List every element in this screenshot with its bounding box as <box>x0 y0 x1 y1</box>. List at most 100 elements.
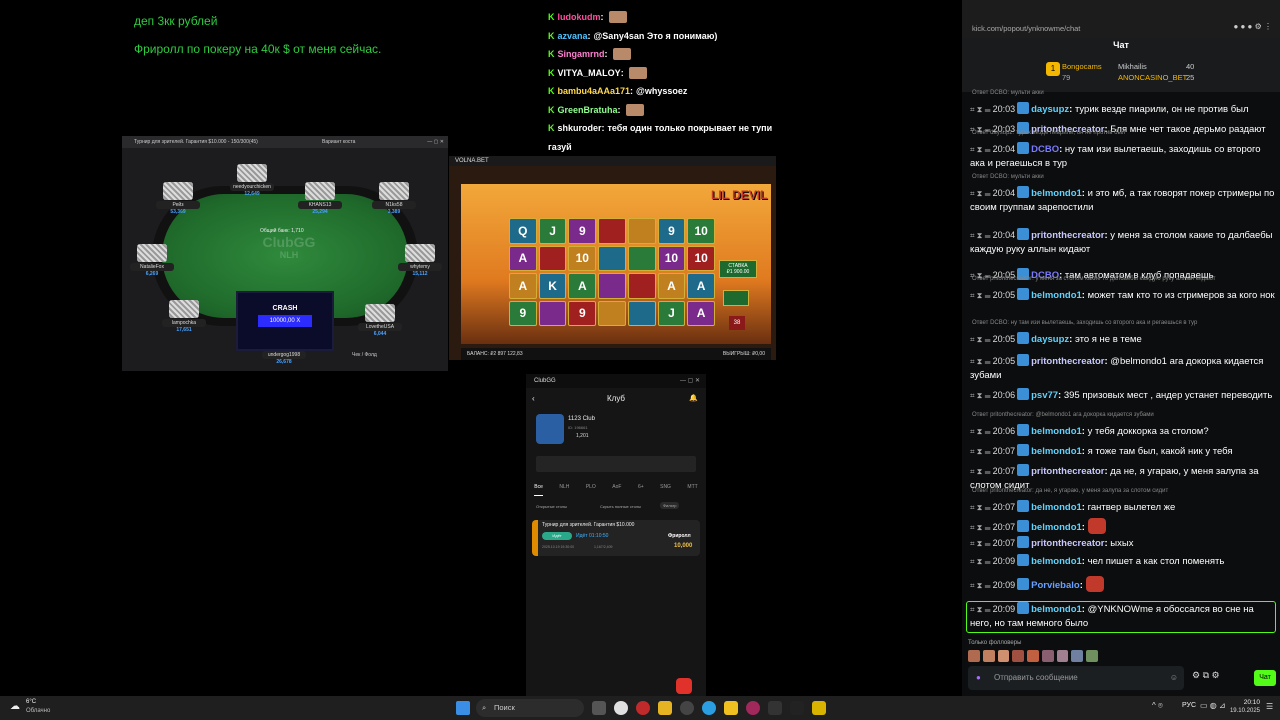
chat-message[interactable]: ⌗ ⧗ ☰ 20:05 belmondo1: может там кто то из… <box>970 288 1276 303</box>
message-username[interactable]: daysupz <box>1031 104 1069 115</box>
open-tables-checkbox[interactable]: Открытые столы <box>536 504 567 509</box>
chat-message[interactable]: ⌗ ⧗ ☰ 20:07 belmondo1: <box>970 518 1276 535</box>
task-view-icon[interactable] <box>592 701 606 715</box>
chat-message[interactable]: ⌗ ⧗ ☰ 20:03 daysupz: турик везде пиарили, … <box>970 102 1276 117</box>
pin-icon[interactable]: ⌗ ⧗ ☰ <box>970 391 991 400</box>
reply-context[interactable]: Ответ DCBO: мульти акки <box>972 174 1044 180</box>
pin-icon[interactable]: ⌗ ⧗ ☰ <box>970 105 991 114</box>
poker-window-controls[interactable]: — ▢ ✕ <box>427 136 444 148</box>
file-explorer-icon[interactable] <box>658 701 672 715</box>
hide-full-checkbox[interactable]: Скрыть полные столы <box>600 504 641 509</box>
reply-context[interactable]: Ответ daysupz: турик везде пиарили, он н… <box>972 130 1125 136</box>
telegram-icon[interactable] <box>702 701 716 715</box>
system-tray-icons[interactable]: ▭ ◍ ⊿ <box>1200 701 1226 710</box>
bonus-button[interactable]: 38 <box>729 316 745 330</box>
message-username[interactable]: DCBO <box>1031 144 1059 155</box>
message-username[interactable]: belmondo1 <box>1031 446 1082 457</box>
app-icon-2[interactable] <box>812 701 826 715</box>
club-fab-button[interactable] <box>676 678 692 694</box>
notification-icon[interactable]: ☰ <box>1266 702 1273 711</box>
tray-icons[interactable]: ^ ⌾ <box>1152 701 1163 711</box>
chat-message[interactable]: ⌗ ⧗ ☰ 20:07 belmondo1: гантвер вылетел же <box>970 500 1276 515</box>
message-username[interactable]: Porviebalo <box>1031 580 1080 591</box>
pin-icon[interactable]: ⌗ ⧗ ☰ <box>970 291 991 300</box>
send-chat-button[interactable]: Чат <box>1254 670 1276 686</box>
message-username[interactable]: pritonthecreator <box>1031 356 1104 367</box>
reply-context[interactable]: Ответ pritonthecreator: у меня за столом… <box>972 276 1216 282</box>
filter-button[interactable]: Фильтр <box>660 502 680 509</box>
url-bar[interactable]: kick.com/popout/ynknowme/chat ● ● ● ⚙ ⋮ <box>962 0 1280 38</box>
message-username[interactable]: pritonthecreator <box>1031 538 1104 549</box>
pin-icon[interactable]: ⌗ ⧗ ☰ <box>970 447 991 456</box>
chat-message[interactable]: ⌗ ⧗ ☰ 20:06 belmondo1: у тебя доккорка за … <box>970 424 1276 439</box>
chat-message[interactable]: ⌗ ⧗ ☰ 20:07 belmondo1: я тоже там был, как… <box>970 444 1276 459</box>
chat-message[interactable]: ⌗ ⧗ ☰ 20:05 pritonthecreator: @belmondo1 а… <box>970 354 1276 383</box>
message-username[interactable]: belmondo1 <box>1031 522 1082 533</box>
message-username[interactable]: pritonthecreator <box>1031 466 1104 477</box>
check-fold-label[interactable]: Чек / Фолд <box>352 352 377 358</box>
pin-icon[interactable]: ⌗ ⧗ ☰ <box>970 427 991 436</box>
spin-button[interactable] <box>723 290 749 306</box>
microphone-icon[interactable]: ● <box>976 666 981 690</box>
club-window-controls[interactable]: — ▢ ✕ <box>680 374 700 388</box>
chat-settings-icons[interactable]: ⚙ ⧉ ⚙ <box>1192 670 1220 681</box>
opera-icon[interactable] <box>636 701 650 715</box>
chat-message[interactable]: ⌗ ⧗ ☰ 20:06 psv77: 395 призовых мест , анд… <box>970 388 1276 403</box>
message-username[interactable]: belmondo1 <box>1031 290 1082 301</box>
chrome-icon[interactable] <box>680 701 694 715</box>
settings-icon[interactable] <box>768 701 782 715</box>
club-tab[interactable]: Все <box>534 484 543 496</box>
club-tab[interactable]: AoF <box>612 484 621 496</box>
clock-time[interactable]: 20:10 <box>1232 699 1260 706</box>
pin-icon[interactable]: ⌗ ⧗ ☰ <box>970 557 991 566</box>
message-username[interactable]: belmondo1 <box>1031 188 1082 199</box>
message-username[interactable]: belmondo1 <box>1031 556 1082 567</box>
pin-icon[interactable]: ⌗ ⧗ ☰ <box>970 231 991 240</box>
sticky-notes-icon[interactable] <box>724 701 738 715</box>
app-icon[interactable] <box>746 701 760 715</box>
reply-context[interactable]: Ответ pritonthecreator: да не, я угараю,… <box>972 488 1168 494</box>
message-username[interactable]: pritonthecreator <box>1031 230 1104 241</box>
chat-message[interactable]: ⌗ ⧗ ☰ 20:07 pritonthecreator: ыхых <box>970 536 1276 551</box>
emote-row[interactable] <box>968 650 1099 662</box>
pin-icon[interactable]: ⌗ ⧗ ☰ <box>970 467 991 476</box>
message-username[interactable]: daysupz <box>1031 334 1069 345</box>
back-arrow-icon[interactable]: ‹ <box>532 388 535 410</box>
taskbar-search[interactable]: ⌕ Поиск <box>476 699 584 717</box>
language-indicator[interactable]: РУС <box>1182 702 1196 709</box>
reply-context[interactable]: Ответ DCBO: ну там изи вылетаешь, заходи… <box>972 320 1197 326</box>
chat-message[interactable]: ⌗ ⧗ ☰ 20:04 DCBO: ну там изи вылетаешь, за… <box>970 142 1276 171</box>
club-tab[interactable]: SNG <box>660 484 671 496</box>
pin-icon[interactable]: ⌗ ⧗ ☰ <box>970 581 991 590</box>
pin-icon[interactable]: ⌗ ⧗ ☰ <box>970 145 991 154</box>
message-username[interactable]: belmondo1 <box>1031 502 1082 513</box>
chat-message[interactable]: ⌗ ⧗ ☰ 20:05 daysupz: это я не в теме <box>970 332 1276 347</box>
message-username[interactable]: psv77 <box>1031 390 1058 401</box>
club-tab[interactable]: NLH <box>559 484 569 496</box>
browser-extension-icons[interactable]: ● ● ● ⚙ ⋮ <box>1233 22 1272 31</box>
pin-icon[interactable]: ⌗ ⧗ ☰ <box>970 357 991 366</box>
club-tab[interactable]: 6+ <box>638 484 644 496</box>
pin-icon[interactable]: ⌗ ⧗ ☰ <box>970 539 991 548</box>
pin-icon[interactable]: ⌗ ⧗ ☰ <box>970 503 991 512</box>
emoji-icon[interactable]: ☺ <box>1170 666 1178 690</box>
bell-icon[interactable]: 🔔 <box>689 388 698 410</box>
chat-input[interactable]: ● Отправить сообщение ☺ <box>968 666 1184 690</box>
pin-icon[interactable]: ⌗ ⧗ ☰ <box>970 335 991 344</box>
reply-context[interactable]: Ответ DCBO: мульти акки <box>972 90 1044 96</box>
tournament-card[interactable]: Турнир для зрителей. Гарантия $10.000 Ид… <box>532 520 700 556</box>
club-tab[interactable]: MTT <box>687 484 697 496</box>
yandex-browser-icon[interactable] <box>614 701 628 715</box>
reply-context[interactable]: Ответ pritonthecreator: @belmondo1 ага д… <box>972 412 1154 418</box>
pin-icon[interactable]: ⌗ ⧗ ☰ <box>970 189 991 198</box>
chat-message[interactable]: ⌗ ⧗ ☰ 20:04 belmondo1: и это мб, а так гов… <box>970 186 1276 215</box>
chat-message[interactable]: ⌗ ⧗ ☰ 20:04 pritonthecreator: у меня за ст… <box>970 228 1276 257</box>
obs-icon[interactable] <box>790 701 804 715</box>
club-tab[interactable]: PLO <box>586 484 596 496</box>
pin-icon[interactable]: ⌗ ⧗ ☰ <box>970 523 991 532</box>
chat-message[interactable]: ⌗ ⧗ ☰ 20:09 belmondo1: чел пишет а как сто… <box>970 554 1276 569</box>
chat-message[interactable]: ⌗ ⧗ ☰ 20:09 Porviebalo: <box>970 576 1276 593</box>
message-username[interactable]: belmondo1 <box>1031 426 1082 437</box>
weather-icon[interactable]: ☁ <box>10 701 20 712</box>
start-button[interactable] <box>456 701 470 715</box>
